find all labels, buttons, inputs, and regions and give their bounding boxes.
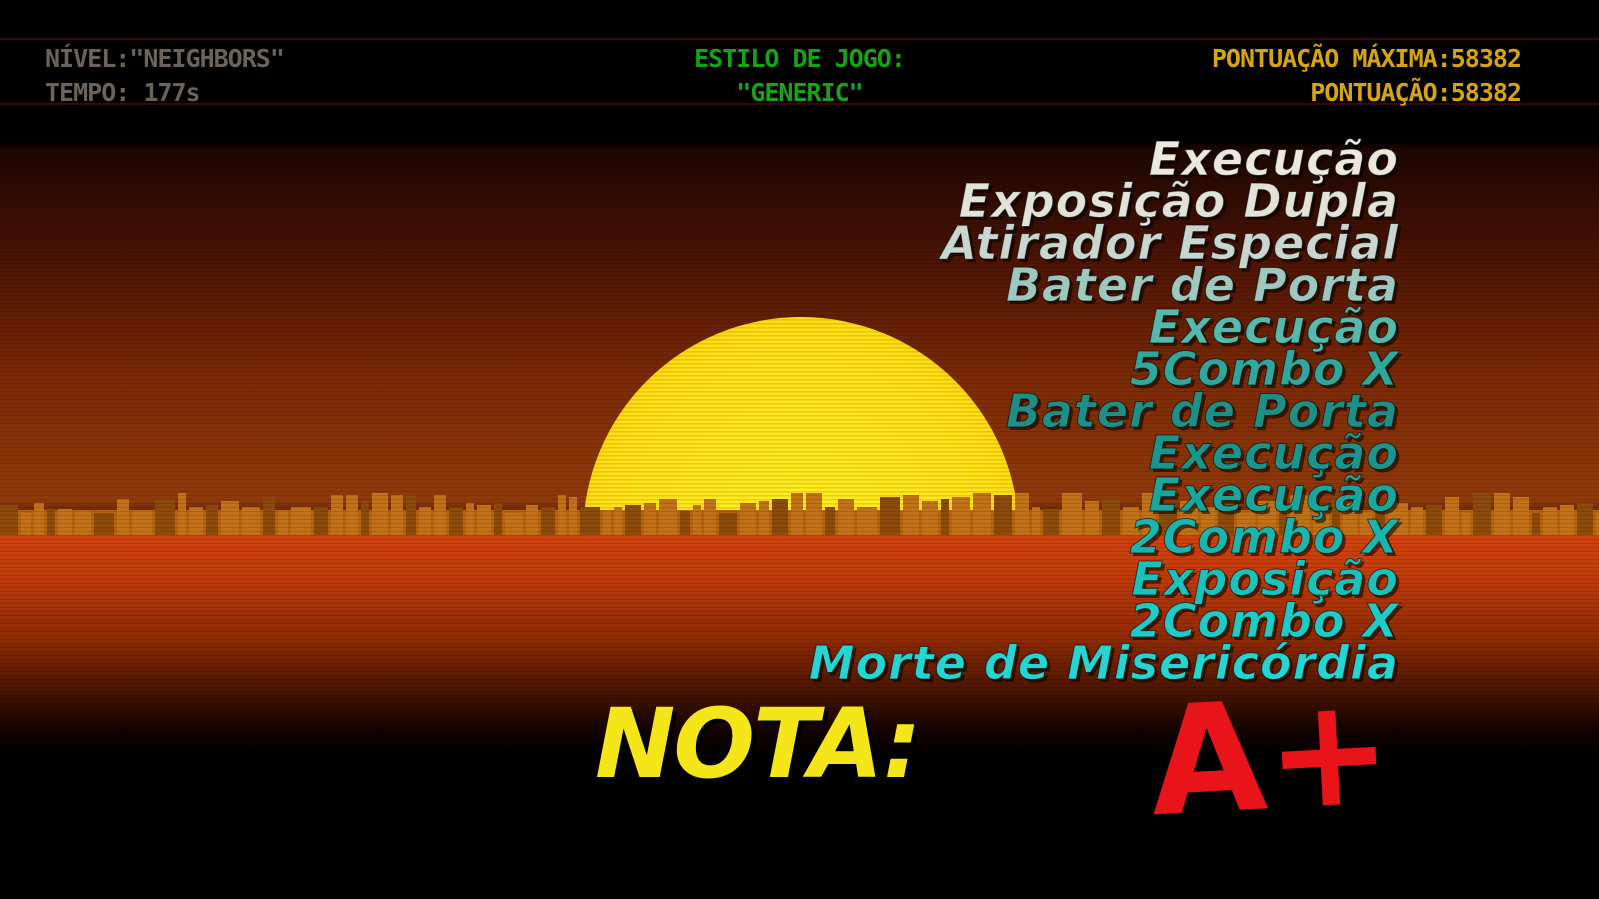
max-score: PONTUAÇÃO MÁXIMA:58382: [1211, 44, 1522, 73]
grade-label: NOTA:: [595, 688, 921, 800]
grade-value: A+: [1145, 663, 1397, 851]
combo-list: Execução Exposição Dupla Atirador Especial…: [808, 136, 1399, 687]
hud-divider-top: [0, 38, 1599, 40]
current-score: PONTUAÇÃO:58382: [1310, 78, 1522, 107]
results-screen: NÍVEL:"NEIGHBORS" TEMPO: 177s ESTILO DE …: [0, 0, 1599, 899]
